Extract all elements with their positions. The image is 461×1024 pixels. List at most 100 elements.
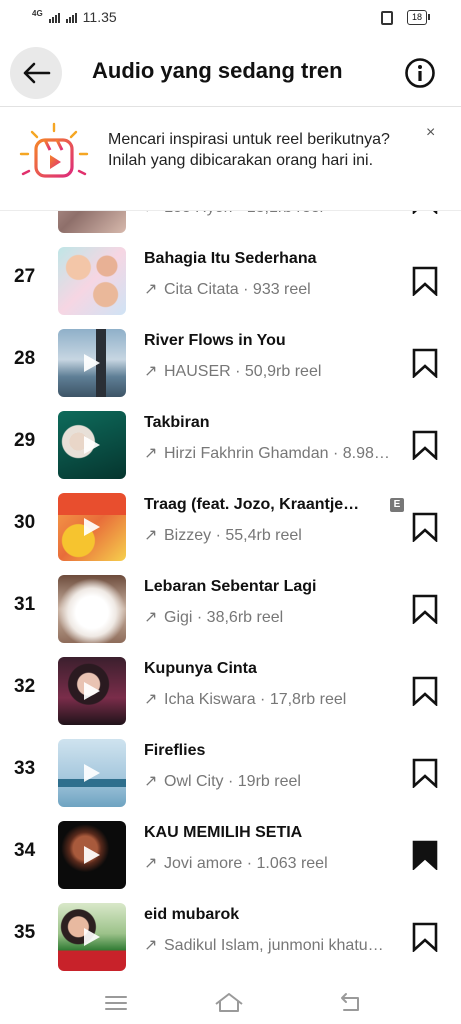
track-meta: ↗ Jovi amore · 1.063 reel [144, 853, 406, 873]
play-icon [84, 928, 100, 946]
banner-message: Mencari inspirasi untuk reel berikutnya?… [108, 131, 390, 169]
track-meta: ↗ Owl City · 19rb reel [144, 771, 406, 791]
explicit-badge: E [390, 498, 404, 512]
track-row[interactable]: 31 Lebaran Sebentar Lagi ↗ Gigi · 38,6rb … [0, 568, 461, 650]
bookmark-icon[interactable] [412, 266, 438, 296]
track-meta-text: Jovi amore · 1.063 reel [164, 855, 328, 872]
track-meta: ↗ Sadikul Islam, junmoni khatu… [144, 935, 406, 955]
trending-arrow-icon: ↗ [144, 691, 158, 708]
track-rank: 28 [14, 348, 36, 369]
back-button[interactable] [10, 47, 62, 99]
track-rank: 31 [14, 594, 36, 615]
track-row[interactable]: 34 KAU MEMILIH SETIA ↗ Jovi amore · 1.063… [0, 814, 461, 896]
track-rank: 34 [14, 840, 36, 861]
trending-arrow-icon: ↗ [144, 937, 158, 954]
track-rank: 30 [14, 512, 36, 533]
album-cover[interactable] [58, 493, 126, 561]
track-title: eid mubarok [144, 906, 240, 923]
system-nav-bar [0, 984, 461, 1024]
play-icon [84, 764, 100, 782]
track-rank: 27 [14, 266, 36, 287]
track-row[interactable]: 32 Kupunya Cinta ↗ Icha Kiswara · 17,8rb … [0, 650, 461, 732]
bookmark-icon[interactable] [412, 676, 438, 706]
back-nav-icon[interactable] [336, 988, 366, 1018]
reels-icon [19, 122, 89, 178]
status-bar: 4G 11.35 18 [0, 0, 461, 36]
track-title: River Flows in You [144, 332, 286, 349]
status-time: 11.35 [82, 9, 117, 25]
close-banner-button[interactable]: × [426, 124, 435, 142]
bookmark-icon[interactable] [412, 922, 438, 952]
play-icon [84, 682, 100, 700]
trending-arrow-icon: ↗ [144, 281, 158, 298]
album-cover[interactable] [58, 739, 126, 807]
play-icon [84, 846, 100, 864]
signal-icon [48, 12, 60, 23]
track-row[interactable]: 29 Takbiran ↗ Hirzi Fakhrin Ghamdan · 8.9… [0, 404, 461, 486]
vibrate-icon [380, 10, 393, 25]
bookmark-icon[interactable] [412, 758, 438, 788]
track-row[interactable]: 35 eid mubarok ↗ Sadikul Islam, junmoni k… [0, 896, 461, 978]
track-title: Kupunya Cinta [144, 660, 257, 677]
track-title: Takbiran [144, 414, 210, 431]
track-meta-text: Gigi · 38,6rb reel [164, 609, 284, 626]
bookmark-icon[interactable] [412, 594, 438, 624]
track-title: KAU MEMILIH SETIA [144, 824, 303, 841]
track-meta-text: Sadikul Islam, junmoni khatu… [164, 937, 384, 954]
menu-icon[interactable] [101, 988, 131, 1018]
track-rank: 32 [14, 676, 36, 697]
info-icon[interactable] [404, 57, 436, 89]
trending-arrow-icon: ↗ [144, 773, 158, 790]
track-meta-text: Hirzi Fakhrin Ghamdan · 8.98… [164, 445, 390, 462]
play-icon [84, 436, 100, 454]
track-meta-text: Bizzey · 55,4rb reel [164, 527, 302, 544]
album-cover[interactable] [58, 903, 126, 971]
trending-arrow-icon: ↗ [144, 527, 158, 544]
album-cover[interactable] [58, 329, 126, 397]
home-icon[interactable] [214, 988, 244, 1018]
track-meta-text: Cita Citata · 933 reel [164, 281, 311, 298]
bookmark-icon[interactable] [412, 512, 438, 542]
play-icon [84, 600, 100, 618]
bookmark-saved-icon[interactable] [412, 840, 438, 870]
track-meta: ↗ Hirzi Fakhrin Ghamdan · 8.98… [144, 443, 406, 463]
track-rank: 35 [14, 922, 36, 943]
battery-icon: 18 [406, 10, 431, 25]
track-meta-text: Icha Kiswara · 17,8rb reel [164, 691, 347, 708]
trending-arrow-icon: ↗ [144, 609, 158, 626]
track-meta-text: HAUSER · 50,9rb reel [164, 363, 322, 380]
track-meta: ↗ Icha Kiswara · 17,8rb reel [144, 689, 406, 709]
arrow-left-icon [23, 62, 51, 84]
trending-arrow-icon: ↗ [144, 445, 158, 462]
inspiration-banner: Mencari inspirasi untuk reel berikutnya?… [0, 108, 461, 211]
track-title: Fireflies [144, 742, 206, 759]
page-header: Audio yang sedang tren [0, 40, 461, 107]
track-meta: ↗ Gigi · 38,6rb reel [144, 607, 406, 627]
page-title: Audio yang sedang tren [92, 58, 343, 83]
track-title: Lebaran Sebentar Lagi [144, 578, 317, 595]
network-type: 4G [32, 8, 43, 18]
track-rank: 29 [14, 430, 36, 451]
track-meta: ↗ HAUSER · 50,9rb reel [144, 361, 406, 381]
track-title: Bahagia Itu Sederhana [144, 250, 317, 267]
signal-icon-2 [65, 12, 77, 23]
play-icon [84, 354, 100, 372]
play-icon [84, 518, 100, 536]
track-meta: ↗ Bizzey · 55,4rb reel [144, 525, 406, 545]
album-cover[interactable] [58, 411, 126, 479]
track-row[interactable]: 33 Fireflies ↗ Owl City · 19rb reel [0, 732, 461, 814]
bookmark-icon[interactable] [412, 348, 438, 378]
album-cover[interactable] [58, 821, 126, 889]
album-cover[interactable] [58, 657, 126, 725]
track-row[interactable]: 30 Traag (feat. Jozo, Kraantje… E ↗ Bizze… [0, 486, 461, 568]
track-meta: ↗ Cita Citata · 933 reel [144, 279, 406, 299]
track-meta-text: Owl City · 19rb reel [164, 773, 301, 790]
track-rank: 33 [14, 758, 36, 779]
album-cover[interactable] [58, 247, 126, 315]
bookmark-icon[interactable] [412, 430, 438, 460]
track-title: Traag (feat. Jozo, Kraantje… [144, 496, 360, 513]
track-row[interactable]: 27 Bahagia Itu Sederhana ↗ Cita Citata · … [0, 240, 461, 322]
track-row[interactable]: 28 River Flows in You ↗ HAUSER · 50,9rb r… [0, 322, 461, 404]
trending-arrow-icon: ↗ [144, 363, 158, 380]
album-cover[interactable] [58, 575, 126, 643]
